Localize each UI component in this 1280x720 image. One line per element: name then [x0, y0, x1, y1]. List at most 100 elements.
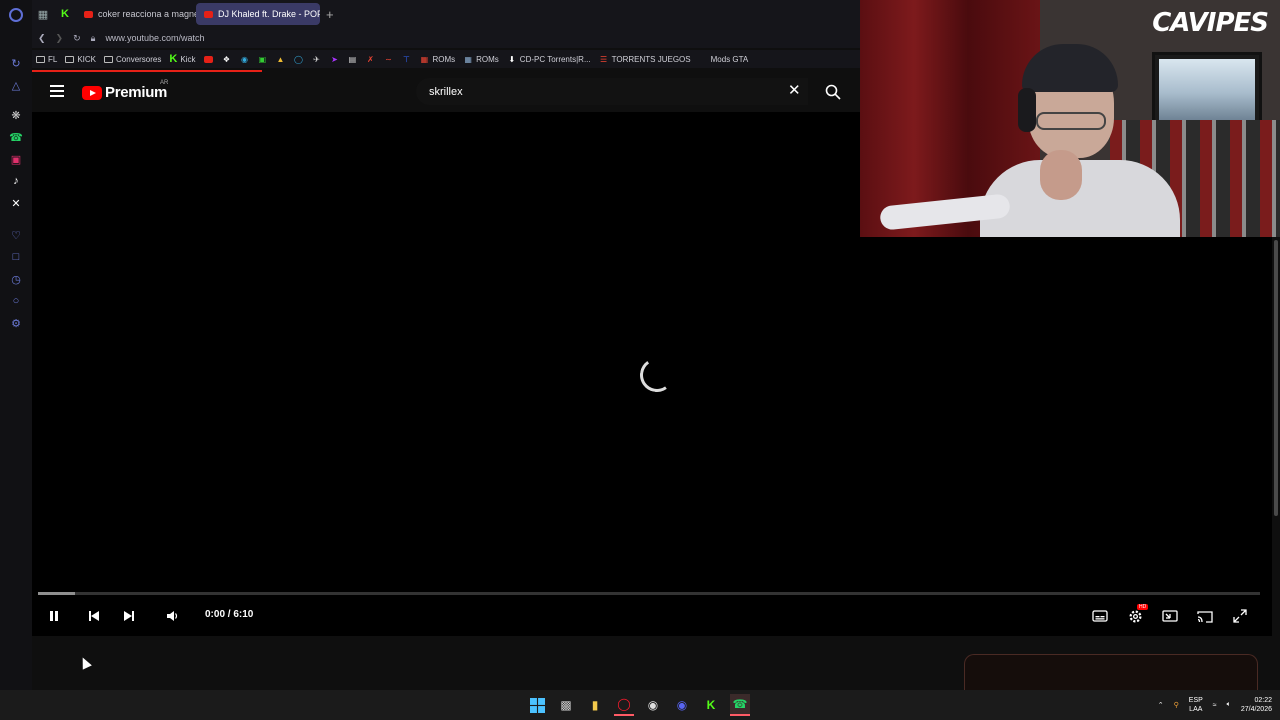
bookmark-icon-1[interactable]: ❖	[221, 54, 231, 64]
whatsapp-app-icon[interactable]: ☎	[730, 694, 750, 716]
obs-icon[interactable]: ◉	[643, 694, 663, 716]
heart-icon[interactable]: ♡	[9, 228, 23, 242]
search-input[interactable]: skrillex	[416, 78, 808, 105]
menu-icon[interactable]	[50, 85, 64, 97]
bookmark-icon-9[interactable]: ✗	[365, 54, 375, 64]
streamer-logo: CAVIPES	[1152, 8, 1269, 38]
bookmark-torrents[interactable]: ☰ TORRENTS JUEGOS	[599, 54, 691, 64]
history-icon[interactable]: ◷	[9, 272, 23, 286]
fullscreen-button[interactable]	[1230, 606, 1250, 626]
bookmark-icon-3[interactable]: ▣	[257, 54, 267, 64]
bookmarks-bar: FL KICK Conversores K Kick ❖ ◉ ▣ ▲ ◯ ✈ ➤ …	[32, 50, 860, 68]
time-display: 0:00 / 6:10	[205, 609, 254, 620]
roms-icon: ▦	[464, 54, 472, 64]
address-bar: ❮ ❯ ↻ 🔒︎ www.youtube.com/watch	[32, 28, 860, 48]
player-controls: 0:00 / 6:10 HD	[32, 604, 1272, 628]
bookmark-icon-7[interactable]: ➤	[329, 54, 339, 64]
tab-dj-khaled[interactable]: DJ Khaled ft. Drake - POP	[196, 3, 320, 25]
youtube-bookmark-icon[interactable]	[203, 54, 213, 64]
bookmark-icon-4[interactable]: ▲	[275, 54, 285, 64]
extensions-icon[interactable]: □	[9, 250, 23, 264]
start-button[interactable]	[527, 694, 547, 716]
instagram-icon[interactable]: ▣	[9, 152, 23, 166]
miniplayer-icon	[1162, 610, 1178, 622]
bookmark-icon-11[interactable]: ⊤	[401, 54, 411, 64]
forward-icon[interactable]: ❯	[56, 33, 64, 44]
bookmark-cdpc[interactable]: ⬇ CD-PC Torrents|R...	[507, 54, 590, 64]
settings-gear-icon[interactable]: ⚙	[9, 316, 23, 330]
chat-icon[interactable]: ○	[9, 294, 23, 308]
youtube-favicon-icon	[204, 10, 213, 18]
windows-taskbar: ▩ ▮ ◯ ◉ ◉ K ☎ ⌃ ⚲ ESP LAA ≈ 🔈︎ 02:22 27/…	[0, 690, 1280, 720]
lock-icon[interactable]: 🔒︎	[91, 33, 96, 44]
kick-app-icon[interactable]: K	[701, 694, 721, 716]
bookmark-roms-1[interactable]: ▦ ROMs	[419, 54, 455, 64]
bookmark-icon-10[interactable]: ∼	[383, 54, 393, 64]
whatsapp-icon[interactable]: ☎	[9, 130, 23, 144]
streamer-hand	[1040, 150, 1082, 200]
previous-icon	[89, 611, 99, 621]
youtube-premium-logo[interactable]: Premium	[82, 84, 167, 101]
bookmark-mods-gta[interactable]: Mods GTA	[711, 55, 749, 64]
language-indicator[interactable]: ESP LAA	[1189, 696, 1203, 714]
tab-label: coker reacciona a magne	[98, 9, 196, 19]
taskbar-apps: ▩ ▮ ◯ ◉ ◉ K ☎	[527, 694, 750, 716]
new-tab-button[interactable]: +	[326, 7, 334, 22]
refresh-icon[interactable]: ↻	[9, 56, 23, 70]
mute-button[interactable]	[162, 606, 182, 626]
cast-button[interactable]	[1195, 606, 1215, 626]
x-twitter-icon[interactable]: ✕	[9, 196, 23, 210]
bookmark-icon-2[interactable]: ◉	[239, 54, 249, 64]
torrents-icon: ☰	[600, 54, 608, 64]
tiktok-icon[interactable]: ♪	[9, 174, 23, 188]
page-scrollbar[interactable]	[1272, 236, 1280, 636]
miniplayer-button[interactable]	[1160, 606, 1180, 626]
tab-coker[interactable]: coker reacciona a magne	[76, 3, 196, 25]
bookmark-kick[interactable]: K Kick	[169, 53, 195, 65]
clock[interactable]: 02:22 27/4/2026	[1241, 696, 1272, 714]
hd-badge-icon: HD	[1137, 604, 1149, 610]
bookmark-icon-5[interactable]: ◯	[293, 54, 303, 64]
search-button[interactable]	[818, 78, 848, 105]
bookmark-icon-6[interactable]: ✈	[311, 54, 321, 64]
volume-icon	[167, 611, 178, 621]
microphone-icon[interactable]: ⚲	[1174, 701, 1179, 709]
download-icon: ⬇	[508, 54, 516, 64]
youtube-header: Premium AR skrillex ✕	[32, 72, 860, 112]
chatgpt-icon[interactable]: ❋	[9, 108, 23, 122]
back-icon[interactable]: ❮	[38, 33, 46, 44]
tab-grid-icon[interactable]: ▦	[32, 0, 54, 28]
opera-logo-icon[interactable]	[9, 8, 23, 22]
clear-search-icon[interactable]: ✕	[788, 83, 801, 98]
speaker-muted-icon[interactable]: 🔈︎	[1227, 701, 1231, 709]
reload-icon[interactable]: ↻	[73, 33, 81, 44]
country-code: AR	[160, 80, 169, 86]
bookmark-conversores[interactable]: Conversores	[104, 55, 161, 64]
pause-button[interactable]	[44, 606, 64, 626]
bookmark-icon-8[interactable]: ▤	[347, 54, 357, 64]
bookmark-fl[interactable]: FL	[36, 55, 57, 64]
tray-overflow-icon[interactable]: ⌃	[1158, 701, 1164, 709]
wifi-icon[interactable]: ≈	[1213, 702, 1217, 709]
youtube-favicon-icon	[84, 10, 93, 18]
bookmark-roms-2[interactable]: ▦ ROMs	[463, 54, 498, 64]
opera-gx-icon[interactable]: ◯	[614, 694, 634, 716]
progress-bar[interactable]	[38, 592, 1260, 595]
aria-icon[interactable]: △	[9, 78, 23, 92]
kick-tab-icon[interactable]: K	[54, 0, 76, 28]
settings-button[interactable]: HD	[1125, 604, 1149, 626]
url-field[interactable]: www.youtube.com/watch	[105, 33, 204, 43]
tv	[1152, 52, 1262, 128]
cast-icon	[1197, 610, 1213, 623]
task-view-icon[interactable]: ▩	[556, 694, 576, 716]
bookmark-kick-folder[interactable]: KICK	[65, 55, 96, 64]
kick-icon: K	[169, 53, 178, 65]
tab-strip: ▦ K coker reacciona a magne DJ Khaled ft…	[32, 0, 860, 28]
opera-sidebar: ↻ △ ❋ ☎ ▣ ♪ ✕ ♡ □ ◷ ○ ⚙	[0, 0, 32, 690]
file-explorer-icon[interactable]: ▮	[585, 694, 605, 716]
previous-button[interactable]	[84, 606, 104, 626]
discord-icon[interactable]: ◉	[672, 694, 692, 716]
subtitles-button[interactable]	[1090, 606, 1110, 626]
scrollbar-thumb[interactable]	[1274, 240, 1278, 516]
next-button[interactable]	[119, 606, 139, 626]
